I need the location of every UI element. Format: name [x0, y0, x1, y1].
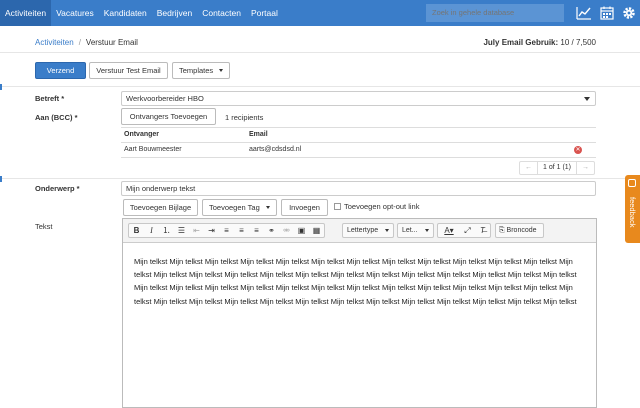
indent-icon[interactable]: ⇥	[204, 224, 219, 237]
table-icon[interactable]: ▦	[309, 224, 324, 237]
chevron-down-icon	[385, 229, 389, 232]
topic-input[interactable]: Mijn onderwerp tekst	[121, 181, 596, 196]
templates-label: Templates	[179, 66, 214, 75]
column-header-recipient: Ontvanger	[124, 131, 160, 138]
nav-activiteiten[interactable]: Activiteiten	[0, 0, 52, 26]
column-header-email: Email	[249, 131, 268, 138]
outdent-icon[interactable]: ⇤	[189, 224, 204, 237]
remove-recipient-icon[interactable]: ✕	[574, 146, 582, 154]
align-left-icon[interactable]: ≡	[219, 224, 234, 237]
gear-icon[interactable]	[621, 5, 637, 21]
email-usage: July Email Gebruik: 10 / 7,500	[483, 38, 596, 47]
left-marker	[0, 84, 2, 90]
nav-vacatures[interactable]: Vacatures	[51, 0, 99, 26]
divider	[0, 178, 640, 179]
recipients-count: 1 recipients	[225, 113, 264, 122]
usage-value: 10 / 7,500	[560, 38, 596, 47]
divider	[0, 86, 640, 87]
image-icon[interactable]: ▣	[294, 224, 309, 237]
bullet-list-icon[interactable]: ☰	[174, 224, 189, 237]
pager-page-select[interactable]: 1 of 1 (1)	[538, 162, 578, 174]
pager-prev-button[interactable]: ←	[520, 162, 538, 174]
source-label: Broncode	[506, 227, 537, 234]
subject-select[interactable]: Werkvoorbereider HBO	[121, 91, 596, 106]
add-tag-dropdown[interactable]: Toevoegen Tag	[202, 199, 277, 216]
font-dropdown[interactable]: Lettertype	[342, 223, 394, 238]
nav-bedrijven[interactable]: Bedrijven	[152, 0, 197, 26]
source-button[interactable]: ⎘ Broncode	[495, 223, 544, 238]
optout-checkbox[interactable]	[334, 203, 341, 210]
chevron-down-icon	[425, 229, 429, 232]
optout-label: Toevoegen opt-out link	[344, 202, 420, 211]
subject-value: Werkvoorbereider HBO	[126, 94, 204, 103]
chevron-down-icon	[219, 69, 223, 72]
chart-icon[interactable]	[576, 5, 592, 21]
link-icon[interactable]: ⚭	[264, 224, 279, 237]
toolbar-color-group: A▾ ⤢ T̶	[437, 223, 491, 238]
breadcrumb-activiteiten[interactable]: Activiteiten	[35, 38, 74, 47]
text-color-icon[interactable]: A▾	[438, 224, 460, 237]
maximize-icon[interactable]: ⤢	[460, 224, 475, 237]
feedback-icon	[628, 179, 636, 187]
recipients-label: Aan (BCC) *	[35, 113, 78, 122]
table-header: Ontvanger Email	[121, 128, 596, 143]
add-tag-label: Toevoegen Tag	[209, 203, 260, 212]
templates-dropdown[interactable]: Templates	[172, 62, 230, 79]
nav-contacten[interactable]: Contacten	[197, 0, 246, 26]
send-button[interactable]: Verzend	[35, 62, 86, 79]
divider	[0, 52, 640, 53]
nav-portaal[interactable]: Portaal	[246, 0, 283, 26]
usage-label: July Email Gebruik:	[483, 38, 559, 47]
calendar-icon[interactable]	[599, 5, 615, 21]
editor-toolbar: B I ⒈ ☰ ⇤ ⇥ ≡ ≡ ≡ ⚭ ⚮ ▣ ▦ Lettertype Let…	[123, 219, 596, 243]
add-recipients-button[interactable]: Ontvangers Toevoegen	[121, 108, 216, 125]
toolbar-format-group: B I ⒈ ☰ ⇤ ⇥ ≡ ≡ ≡ ⚭ ⚮ ▣ ▦	[128, 223, 325, 238]
align-right-icon[interactable]: ≡	[249, 224, 264, 237]
insert-button[interactable]: Invoegen	[281, 199, 328, 216]
feedback-tab[interactable]: feedback	[625, 175, 640, 243]
align-center-icon[interactable]: ≡	[234, 224, 249, 237]
numbered-list-icon[interactable]: ⒈	[159, 224, 174, 237]
breadcrumb: Activiteiten / Verstuur Email	[35, 38, 138, 47]
recipients-table: Ontvanger Email Aart Bouwmeester aarts@c…	[121, 127, 596, 158]
italic-icon[interactable]: I	[144, 224, 159, 237]
unlink-icon[interactable]: ⚮	[279, 224, 294, 237]
table-row: Aart Bouwmeester aarts@cdsdsd.nl ✕	[121, 143, 596, 158]
bold-icon[interactable]: B	[129, 224, 144, 237]
rich-text-editor: B I ⒈ ☰ ⇤ ⇥ ≡ ≡ ≡ ⚭ ⚮ ▣ ▦ Lettertype Let…	[122, 218, 597, 408]
size-dropdown[interactable]: Let...	[397, 223, 434, 238]
pagination: ← 1 of 1 (1) →	[519, 161, 596, 175]
pager-next-button[interactable]: →	[577, 162, 594, 174]
add-attachment-button[interactable]: Toevoegen Bijlage	[123, 199, 198, 216]
text-label: Tekst	[35, 222, 53, 231]
topic-label: Onderwerp *	[35, 184, 80, 193]
breadcrumb-separator: /	[78, 38, 81, 47]
global-search-input[interactable]	[426, 4, 564, 22]
chevron-down-icon	[584, 97, 590, 101]
font-dropdown-label: Lettertype	[347, 227, 379, 234]
nav-kandidaten[interactable]: Kandidaten	[99, 0, 152, 26]
remove-format-icon[interactable]: T̶	[475, 224, 490, 237]
editor-content[interactable]: Mijn telkst Mijn telkst Mijn telkst Mijn…	[134, 255, 582, 308]
left-marker	[0, 176, 2, 182]
breadcrumb-current: Verstuur Email	[85, 38, 138, 47]
subject-label: Betreft *	[35, 94, 65, 103]
feedback-label: feedback	[628, 197, 637, 228]
send-test-email-button[interactable]: Verstuur Test Email	[89, 62, 168, 79]
recipient-email: aarts@cdsdsd.nl	[249, 146, 302, 153]
recipient-name: Aart Bouwmeester	[124, 146, 182, 153]
size-dropdown-label: Let...	[402, 227, 418, 234]
chevron-down-icon	[266, 206, 270, 209]
source-icon: ⎘	[499, 227, 507, 234]
